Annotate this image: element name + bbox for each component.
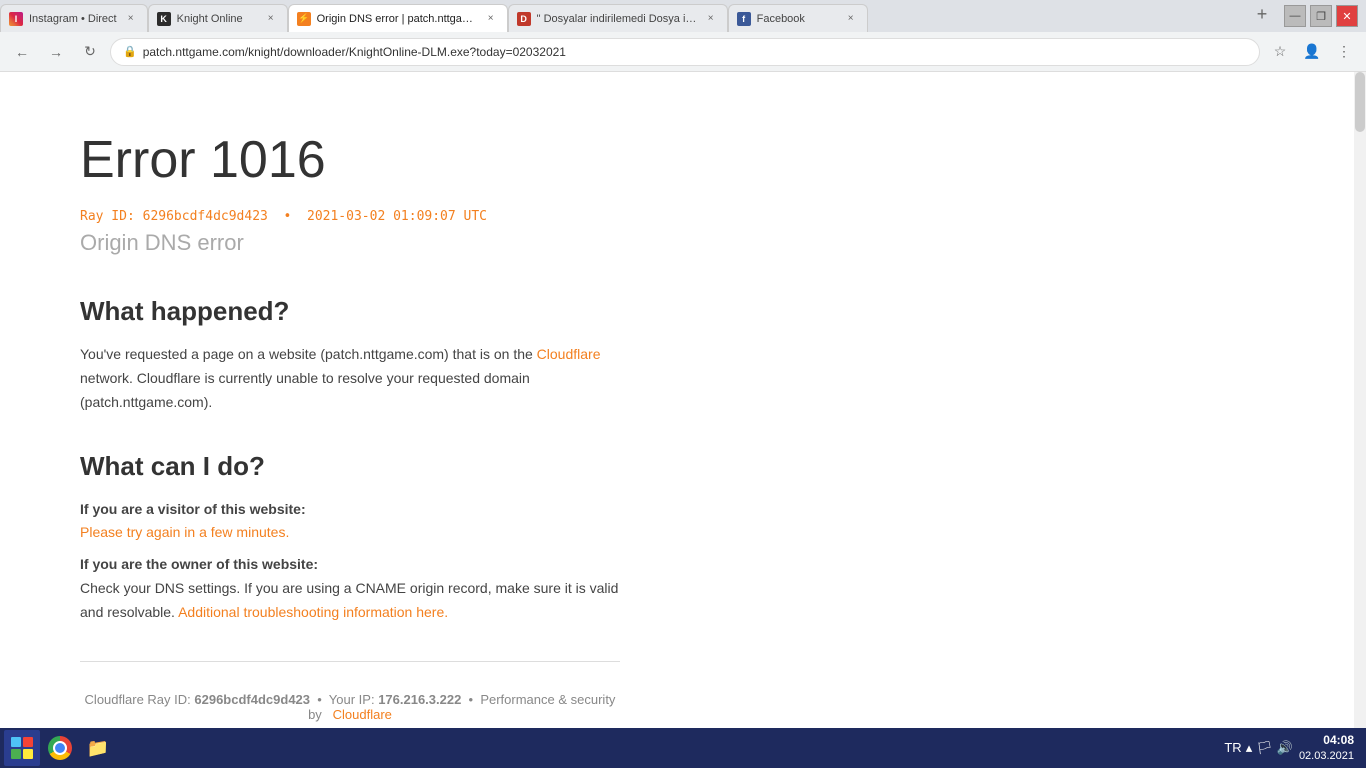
title-bar: I Instagram • Direct × K Knight Online × ⚡ Orig…	[0, 0, 1366, 32]
tab-favicon-dosyalar: D	[517, 12, 531, 26]
section2-body: If you are a visitor of this website: Pl…	[80, 498, 620, 625]
forward-button[interactable]: →	[42, 38, 70, 66]
address-bar[interactable]: 🔒 patch.nttgame.com/knight/downloader/Kn…	[110, 38, 1260, 66]
cloudflare-link-1[interactable]: Cloudflare	[537, 346, 601, 362]
minimize-button[interactable]: —	[1284, 5, 1306, 27]
section2-title: What can I do?	[80, 451, 620, 482]
chrome-icon	[48, 736, 72, 760]
tray-sound-icon: 🔊	[1277, 740, 1293, 756]
browser-window: I Instagram • Direct × K Knight Online × ⚡ Orig…	[0, 0, 1366, 768]
windows-logo	[11, 737, 33, 759]
new-tab-button[interactable]: +	[1248, 0, 1276, 28]
tab-title-facebook: Facebook	[757, 13, 837, 25]
taskbar: 📁 TR ▴ 🏳 🔊 04:08 02.03.2021	[0, 728, 1366, 768]
ray-id-value: 6296bcdf4dc9d423	[143, 209, 268, 224]
error-title: Error 1016	[80, 132, 326, 189]
nav-right-icons: ☆ 👤 ⋮	[1266, 38, 1358, 66]
tab-favicon-cloudflare: ⚡	[297, 12, 311, 26]
tab-close-dosyalar[interactable]: ×	[703, 11, 719, 27]
section1-body: You've requested a page on a website (pa…	[80, 343, 620, 414]
footer-ray-value: 6296bcdf4dc9d423	[194, 692, 310, 707]
start-button[interactable]	[4, 730, 40, 766]
tab-title-knight: Knight Online	[177, 13, 257, 25]
taskbar-chrome[interactable]	[42, 730, 78, 766]
tabs-container: I Instagram • Direct × K Knight Online × ⚡ Orig…	[0, 0, 1244, 32]
section1-text-2: network. Cloudflare is currently unable …	[80, 370, 530, 410]
timestamp: 2021-03-02 01:09:07 UTC	[307, 209, 487, 224]
tray-network-icon: ▴	[1246, 740, 1253, 756]
ray-id-inline: Ray ID: 6296bcdf4dc9d423 • 2021-03-02 01…	[80, 209, 487, 224]
close-button[interactable]: ✕	[1336, 5, 1358, 27]
tab-cloudflare[interactable]: ⚡ Origin DNS error | patch.nttgam... ×	[288, 4, 508, 32]
tab-close-instagram[interactable]: ×	[123, 11, 139, 27]
tray-lang: TR	[1224, 740, 1241, 755]
visitor-label: If you are a visitor of this website:	[80, 501, 306, 517]
taskbar-file-manager[interactable]: 📁	[80, 730, 116, 766]
taskbar-tray: TR ▴ 🏳 🔊 04:08 02.03.2021	[1216, 733, 1362, 763]
tab-favicon-facebook: f	[737, 12, 751, 26]
section1-text-1: You've requested a page on a website (pa…	[80, 346, 533, 362]
footer-ip-value: 176.216.3.222	[378, 692, 461, 707]
error-container: Error 1016 Ray ID: 6296bcdf4dc9d423 • 20…	[0, 72, 700, 728]
tab-instagram[interactable]: I Instagram • Direct ×	[0, 4, 148, 32]
profile-button[interactable]: 👤	[1298, 38, 1326, 66]
footer-ray-label: Cloudflare Ray ID:	[85, 692, 191, 707]
reload-button[interactable]: ↻	[76, 38, 104, 66]
tab-favicon-knight: K	[157, 12, 171, 26]
tab-close-facebook[interactable]: ×	[843, 11, 859, 27]
visitor-action: Please try again in a few minutes.	[80, 524, 289, 540]
tab-favicon-instagram: I	[9, 12, 23, 26]
window-controls: — ❐ ✕	[1276, 0, 1366, 32]
footer-ip-label: Your IP:	[329, 692, 375, 707]
footer-divider	[80, 661, 620, 662]
back-button[interactable]: ←	[8, 38, 36, 66]
scrollbar-thumb[interactable]	[1355, 72, 1365, 132]
owner-label: If you are the owner of this website:	[80, 556, 318, 572]
tab-title-instagram: Instagram • Direct	[29, 13, 117, 25]
tab-title-dosyalar: " Dosyalar indirilemedi Dosya in...	[537, 13, 697, 25]
tray-icons: TR ▴ 🏳 🔊	[1224, 740, 1293, 756]
maximize-button[interactable]: ❐	[1310, 5, 1332, 27]
page-content: Error 1016 Ray ID: 6296bcdf4dc9d423 • 20…	[0, 72, 1366, 728]
troubleshooting-link[interactable]: Additional troubleshooting information h…	[178, 604, 448, 620]
clock[interactable]: 04:08 02.03.2021	[1299, 733, 1354, 763]
footer-text: Cloudflare Ray ID: 6296bcdf4dc9d423 • Yo…	[80, 682, 620, 728]
tab-close-knight[interactable]: ×	[263, 11, 279, 27]
folder-icon: 📁	[86, 736, 110, 760]
ray-id-label: Ray ID:	[80, 209, 135, 224]
bookmark-button[interactable]: ☆	[1266, 38, 1294, 66]
tab-dosyalar[interactable]: D " Dosyalar indirilemedi Dosya in... ×	[508, 4, 728, 32]
error-subtitle: Origin DNS error	[80, 230, 620, 256]
scrollbar[interactable]	[1354, 72, 1366, 728]
clock-date: 02.03.2021	[1299, 749, 1354, 763]
url-text: patch.nttgame.com/knight/downloader/Knig…	[143, 45, 1247, 59]
nav-bar: ← → ↻ 🔒 patch.nttgame.com/knight/downloa…	[0, 32, 1366, 72]
tray-flag-icon: 🏳	[1256, 740, 1273, 756]
tab-facebook[interactable]: f Facebook ×	[728, 4, 868, 32]
menu-button[interactable]: ⋮	[1330, 38, 1358, 66]
clock-time: 04:08	[1299, 733, 1354, 749]
lock-icon: 🔒	[123, 45, 137, 58]
tab-knight[interactable]: K Knight Online ×	[148, 4, 288, 32]
footer-cloudflare-link[interactable]: Cloudflare	[333, 707, 392, 722]
tab-title-cloudflare: Origin DNS error | patch.nttgam...	[317, 13, 477, 25]
section1-title: What happened?	[80, 296, 620, 327]
tab-close-cloudflare[interactable]: ×	[483, 11, 499, 27]
